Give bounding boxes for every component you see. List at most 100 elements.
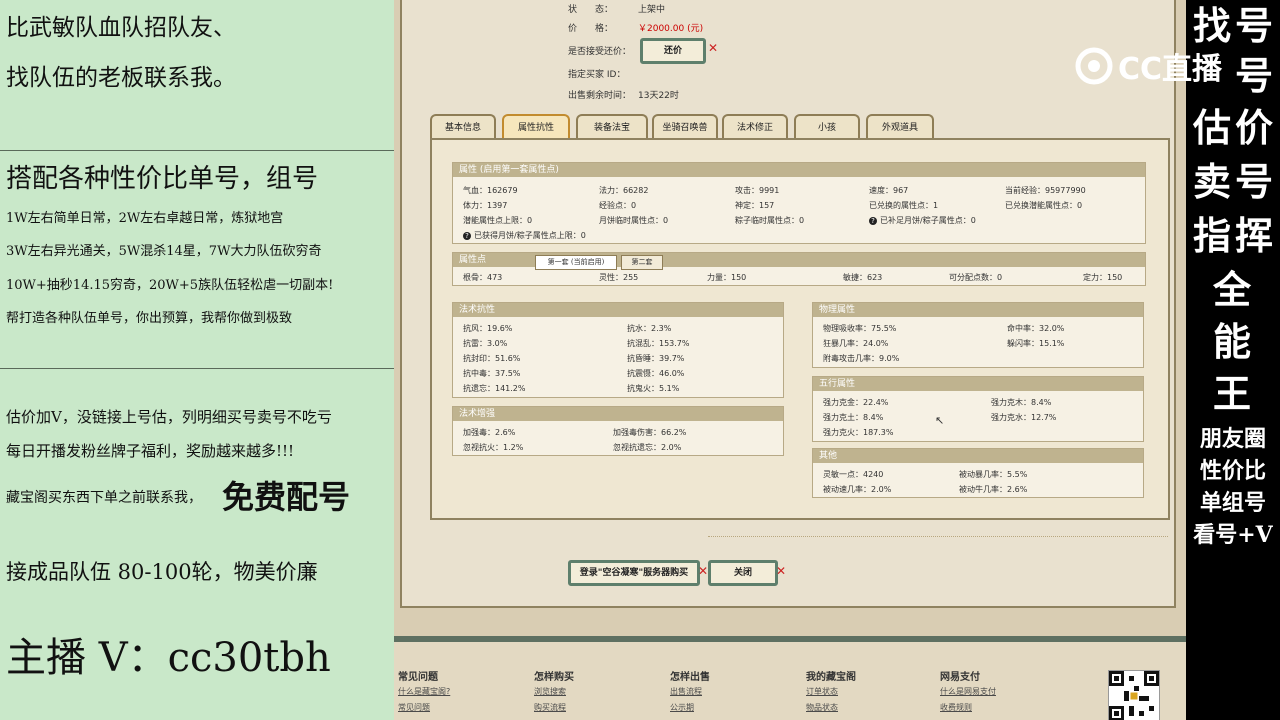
- attr-text: 已补足月饼/粽子属性点：0: [880, 216, 976, 225]
- other-title: 其他: [813, 449, 1143, 463]
- resist-value: 抗遗忘：141.2%: [463, 384, 526, 393]
- tab-basic-info[interactable]: 基本信息: [430, 114, 496, 140]
- help-icon[interactable]: ?: [463, 232, 471, 240]
- listing-panel: 状 态： 上架中 价 格： ￥2000.00 (元) 是否接受还价： 还价 ✕ 指定…: [400, 0, 1176, 608]
- price-label: 价 格：: [568, 24, 614, 34]
- footer-col-title: 网易支付: [940, 672, 980, 683]
- tab-attributes[interactable]: 属性抗性: [502, 114, 570, 140]
- resist-value: 抗水：2.3%: [627, 324, 672, 333]
- promo-line: 每日开播发粉丝牌子福利，奖励越来越多!!!: [6, 442, 295, 460]
- attr-value: 当前经验：95977990: [1005, 186, 1086, 195]
- vertical-char: 王: [1212, 371, 1253, 416]
- tab-mounts-summons[interactable]: 坐骑召唤兽: [652, 114, 718, 140]
- attr-value: 已兑换潜能属性点：0: [1005, 201, 1083, 210]
- promo-line: 比武敏队血队招队友、: [6, 15, 236, 41]
- physical-value: 物理吸收率：75.5%: [823, 324, 897, 333]
- attr-value: 攻击：9991: [735, 186, 780, 195]
- footer-link[interactable]: 物品状态: [806, 702, 838, 713]
- promo-line: 1W左右简单日常，2W左右卓越日常，炼狱地宫: [6, 211, 284, 226]
- spell-boost-title: 法术增强: [453, 407, 783, 421]
- promo-line: 帮打造各种队伍单号，你出预算，我帮你做到极致: [6, 311, 293, 326]
- attr-value: 已兑换的属性点：1: [869, 201, 939, 210]
- promo-line: 藏宝阁买东西下单之前联系我，: [6, 490, 202, 506]
- point-value: 可分配点数：0: [949, 273, 1003, 282]
- tab-spell-modifiers[interactable]: 法术修正: [722, 114, 788, 140]
- footer-link[interactable]: 常见问题: [398, 702, 430, 713]
- attributes-content: 属性 (启用第一套属性点) 气血：162679 法力：66282 攻击：9991…: [430, 138, 1170, 520]
- vertical-char: 号: [1234, 159, 1275, 204]
- login-buy-button[interactable]: 登录"空谷凝寒"服务器购买: [568, 560, 700, 586]
- element-value: 强力克火：187.3%: [823, 428, 894, 437]
- site-footer: 常见问题 什么是藏宝阁? 常见问题 怎样购买 浏览搜索 购买流程 怎样出售 出售…: [394, 636, 1186, 720]
- attr-value: 经验点：0: [599, 201, 637, 210]
- other-box: 其他 灵敏一点：4240 被动暴几率：5.5% 被动速几率：2.0% 被动牛几率…: [812, 448, 1144, 498]
- promo-line: 3W左右异光通关，5W混杀14星，7W大力队伍砍穷奇: [6, 244, 322, 259]
- footer-link[interactable]: 出售流程: [670, 686, 702, 697]
- resist-value: 抗雷：3.0%: [463, 339, 508, 348]
- tab-child[interactable]: 小孩: [794, 114, 860, 140]
- attributes-title: 属性 (启用第一套属性点): [453, 163, 1145, 177]
- subtab-first-set[interactable]: 第一套 (当前启用): [535, 255, 617, 270]
- mouse-cursor-icon: ↖: [935, 414, 945, 427]
- qr-code-icon: [1108, 670, 1160, 720]
- physical-value: 命中率：32.0%: [1007, 324, 1065, 333]
- free-config-highlight: 免费配号: [222, 478, 351, 516]
- element-value: 强力克木：8.4%: [991, 398, 1052, 407]
- physical-title: 物理属性: [813, 303, 1143, 317]
- footer-col-title: 常见问题: [398, 672, 438, 683]
- bargain-label: 是否接受还价：: [568, 47, 632, 57]
- remaining-row: 出售剩余时间： 13天22时: [568, 88, 679, 101]
- promo-line: 性价比: [1199, 458, 1266, 484]
- attr-value: 体力：1397: [463, 201, 508, 210]
- close-x-icon: ✕: [698, 564, 709, 578]
- subtab-second-set[interactable]: 第二套: [621, 255, 663, 270]
- footer-link[interactable]: 收费规则: [940, 702, 972, 713]
- promo-line: 接成品队伍 80-100轮，物美价廉: [6, 560, 318, 584]
- attr-value: 神定：157: [735, 201, 775, 210]
- other-value: 被动暴几率：5.5%: [959, 470, 1028, 479]
- elements-box: 五行属性 强力克金：22.4% 强力克木：8.4% 强力克土：8.4% 强力克水…: [812, 376, 1144, 442]
- buyer-id-label: 指定买家 ID：: [568, 70, 626, 80]
- physical-box: 物理属性 物理吸收率：75.5% 命中率：32.0% 狂暴几率：24.0% 躲闪…: [812, 302, 1144, 368]
- point-value: 灵性：255: [599, 273, 639, 282]
- other-value: 被动速几率：2.0%: [823, 485, 892, 494]
- physical-value: 狂暴几率：24.0%: [823, 339, 889, 348]
- boost-value: 忽视抗遗忘：2.0%: [613, 443, 682, 452]
- close-x-icon: ✕: [708, 41, 719, 55]
- footer-link[interactable]: 订单状态: [806, 686, 838, 697]
- footer-link[interactable]: 什么是藏宝阁?: [398, 686, 450, 697]
- attr-value: 法力：66282: [599, 186, 649, 195]
- promo-line: 搭配各种性价比单号，组号: [6, 164, 319, 194]
- resist-value: 抗昏睡：39.7%: [627, 354, 685, 363]
- promo-line: 朋友圈: [1199, 426, 1266, 452]
- price-row: 价 格： ￥2000.00 (元): [568, 21, 703, 34]
- footer-col-title: 怎样购买: [534, 672, 574, 683]
- spell-resist-box: 法术抗性 抗风：19.6% 抗水：2.3% 抗雷：3.0% 抗混乱：153.7%…: [452, 302, 784, 398]
- point-value: 根骨：473: [463, 273, 503, 282]
- promo-line: 估价加V，没链接上号估，列明细买号卖号不吃亏: [6, 408, 332, 426]
- other-value: 灵敏一点：4240: [823, 470, 884, 479]
- tab-equipment[interactable]: 装备法宝: [576, 114, 648, 140]
- footer-link[interactable]: 浏览搜索: [534, 686, 566, 697]
- status-value: 上架中: [638, 5, 666, 15]
- physical-value: 附毒攻击几率：9.0%: [823, 354, 900, 363]
- point-value: 定力：150: [1083, 273, 1123, 282]
- footer-link[interactable]: 公示期: [670, 702, 694, 713]
- attr-value: 速度：967: [869, 186, 909, 195]
- cc-logo-text: CC直播: [1118, 52, 1223, 87]
- footer-link[interactable]: 购买流程: [534, 702, 566, 713]
- attr-value: ? 已补足月饼/粽子属性点：0: [869, 215, 976, 226]
- cc-logo-icon: [1075, 47, 1113, 85]
- close-button[interactable]: 关闭: [708, 560, 778, 586]
- status-row: 状 态： 上架中: [568, 2, 665, 15]
- help-icon[interactable]: ?: [869, 217, 877, 225]
- tab-appearance-items[interactable]: 外观道具: [866, 114, 934, 140]
- point-value: 力量：150: [707, 273, 747, 282]
- promo-line: 找队伍的老板联系我。: [6, 65, 236, 91]
- bargain-button[interactable]: 还价: [640, 38, 706, 64]
- boost-value: 加强毒伤害：66.2%: [613, 428, 687, 437]
- right-promo-panel: 找 号 号 估 价 卖 号 指 挥 全 能 王 朋友圈 性价比 单组号 看号+V: [1186, 0, 1280, 720]
- spell-boost-box: 法术增强 加强毒：2.6% 加强毒伤害：66.2% 忽视抗火：1.2% 忽视抗遗…: [452, 406, 784, 456]
- footer-link[interactable]: 什么是网易支付: [940, 686, 996, 697]
- vertical-char: 全: [1212, 267, 1253, 312]
